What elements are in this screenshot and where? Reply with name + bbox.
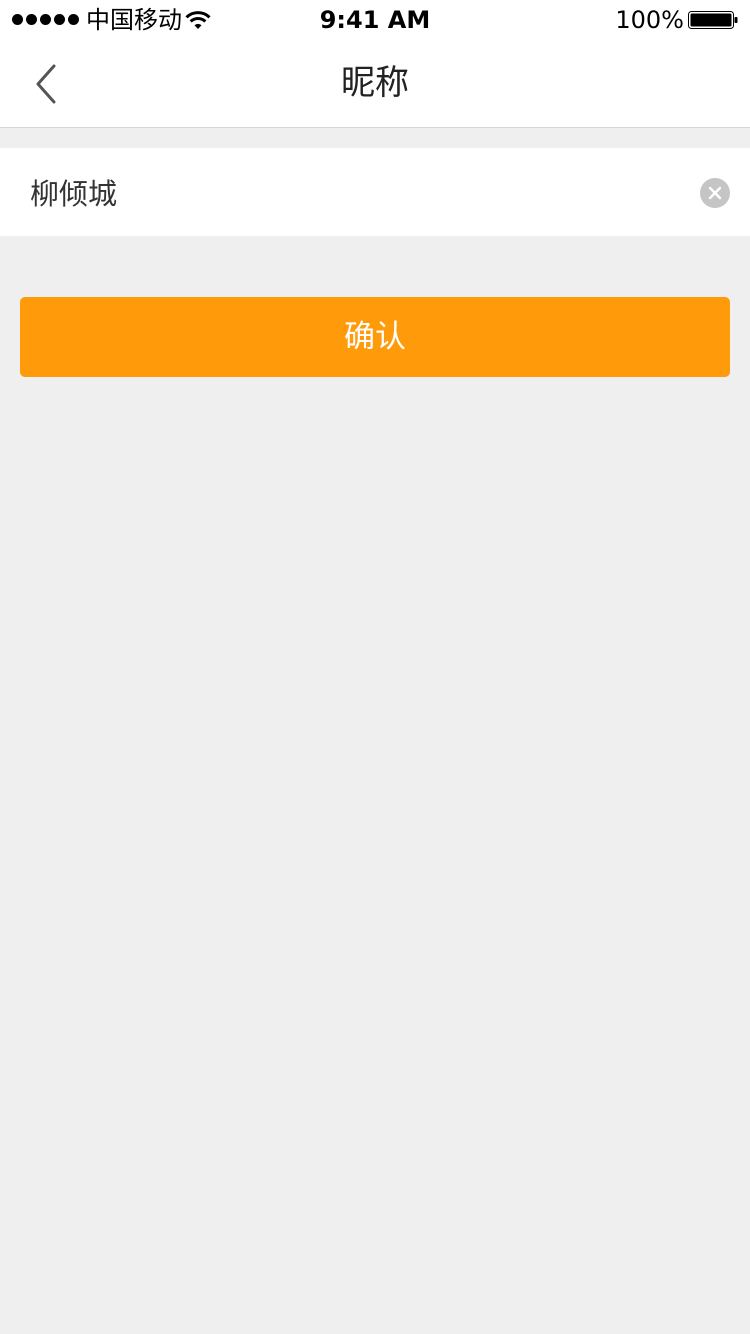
back-button[interactable]	[20, 58, 72, 110]
clear-button[interactable]	[700, 178, 730, 208]
battery-percentage: 100%	[615, 6, 684, 34]
clear-icon	[708, 186, 722, 200]
navigation-bar: 昵称	[0, 40, 750, 128]
status-bar: 中国移动 9:41 AM 100%	[0, 0, 750, 40]
nickname-input[interactable]	[30, 148, 670, 236]
page-title: 昵称	[341, 63, 409, 103]
battery-icon	[688, 11, 738, 29]
chevron-left-icon	[36, 64, 56, 104]
nickname-field-row	[0, 148, 750, 236]
confirm-button[interactable]: 确认	[20, 297, 730, 377]
